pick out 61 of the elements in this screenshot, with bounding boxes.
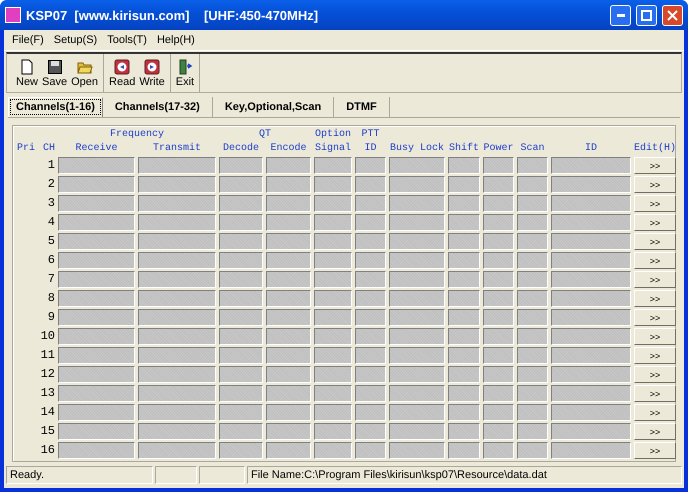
menu-item[interactable]: Help(H)	[152, 34, 200, 46]
channel-number: 4	[48, 214, 55, 231]
minimize-button[interactable]	[610, 4, 631, 26]
channel-number: 2	[48, 176, 55, 193]
menu-item[interactable]: Tools(T)	[102, 34, 152, 46]
column-header: Transmit	[152, 143, 201, 155]
channel-number: 6	[48, 252, 55, 269]
status-text: Ready.	[6, 466, 153, 484]
channel-number: 7	[48, 271, 55, 288]
close-icon	[667, 10, 678, 20]
column-group-header: QT	[258, 129, 271, 141]
column-header: Edit(H)	[634, 143, 676, 155]
column-header: Signal	[314, 143, 351, 155]
column-header: ID	[364, 143, 376, 155]
close-button[interactable]	[662, 4, 683, 26]
column-header: ID	[584, 143, 597, 155]
channel-number: 8	[48, 290, 55, 307]
channel-number: 11	[40, 347, 55, 364]
column-group-header: PTT	[361, 129, 380, 141]
channel-number: 13	[40, 385, 55, 402]
app-icon	[5, 7, 21, 23]
toolbar-button[interactable]: Exit	[174, 54, 196, 92]
column-header: Power	[483, 143, 514, 155]
column-header: Scan	[520, 143, 544, 155]
column-header: Shift	[448, 143, 479, 155]
column-header: CH	[42, 143, 55, 155]
toolbar-button[interactable]: Open	[69, 54, 100, 92]
minimize-icon	[616, 14, 624, 16]
tab[interactable]: Channels(1-16)	[8, 97, 103, 117]
column-header: Decode	[222, 143, 259, 155]
column-header: Encode	[270, 143, 306, 155]
new-file-icon	[19, 58, 35, 74]
toolbar-button[interactable]: Read	[107, 54, 138, 92]
status-pane	[199, 466, 245, 484]
channel-number: 10	[40, 328, 55, 345]
menu-item[interactable]: File(F)	[7, 34, 49, 46]
column-group-header: Frequency	[110, 129, 164, 141]
channel-number: 14	[40, 404, 55, 421]
menu-item[interactable]: Setup(S)	[48, 34, 102, 46]
channel-number: 9	[48, 309, 55, 326]
status-pane	[155, 466, 197, 484]
channel-number: 12	[40, 366, 55, 383]
column-group-header: Option	[314, 129, 351, 141]
toolbar-button[interactable]: Write	[137, 54, 167, 92]
channel-number: 16	[40, 442, 55, 459]
toolbar-button[interactable]: New	[14, 54, 40, 92]
channel-number: 5	[48, 233, 55, 250]
channel-number: 1	[48, 157, 55, 174]
status-text: File Name:C:\Program Files\kirisun\ksp07\Resource\data.dat	[247, 466, 682, 484]
exit-door-icon	[176, 58, 193, 74]
channel-number: 3	[48, 195, 55, 212]
column-header: Pri	[17, 143, 36, 155]
write-arrows-icon	[144, 58, 160, 74]
read-arrows-icon	[114, 58, 130, 74]
column-header: Busy Lock	[390, 143, 444, 155]
channel-number: 15	[40, 423, 55, 440]
toolbar-button[interactable]: Save	[40, 54, 70, 92]
column-header: Receive	[75, 143, 118, 155]
maximize-button[interactable]	[636, 4, 657, 26]
maximize-icon	[641, 10, 652, 20]
window-title: KSP07 [www.kirisun.com] [UHF:450-470MHz]	[26, 8, 320, 22]
